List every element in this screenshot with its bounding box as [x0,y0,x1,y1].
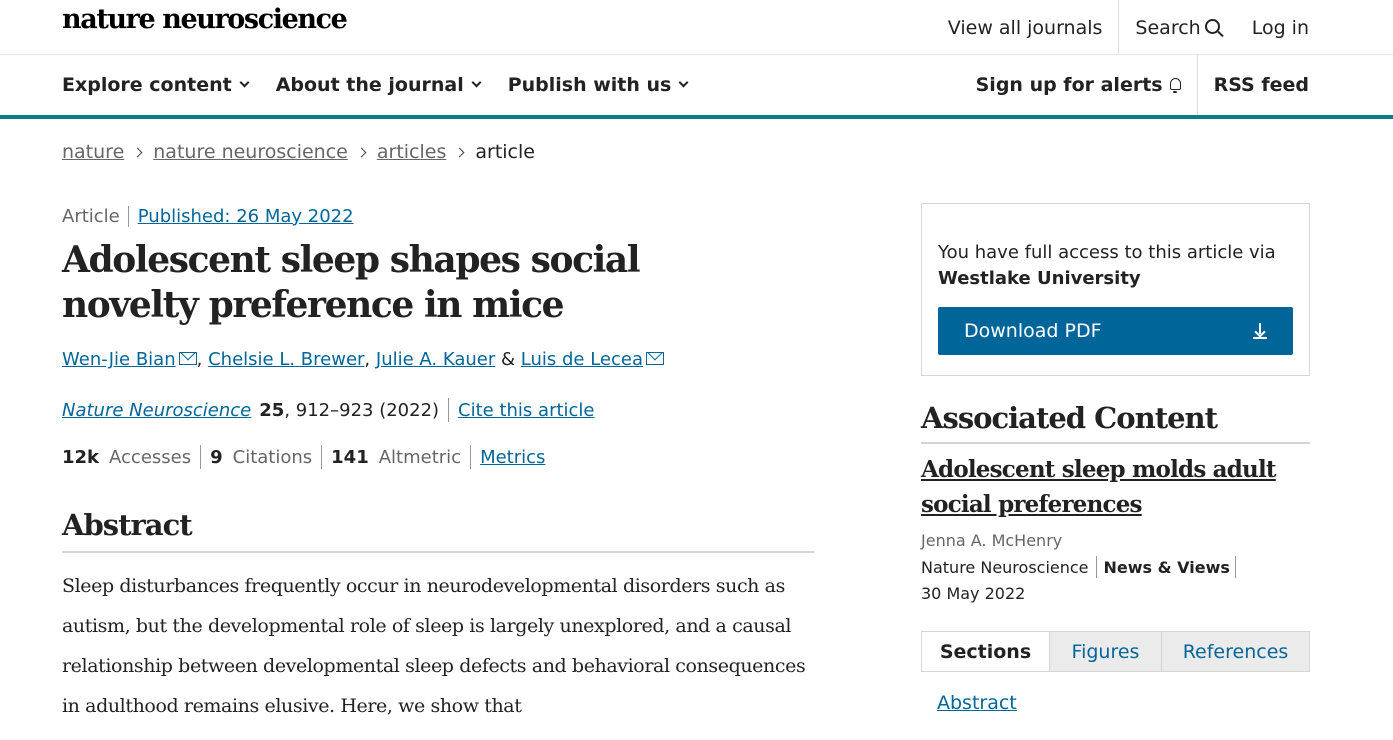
divider [200,445,202,469]
journal-logo[interactable]: nature neuroscience [62,4,348,35]
accesses-count: 12k [62,446,100,468]
view-all-journals-link[interactable]: View all journals [932,0,1120,55]
download-icon [1253,323,1267,339]
citations-label: Citations [232,446,313,468]
access-info: You have full access to this article via… [938,240,1293,292]
about-journal-label: About the journal [275,74,464,96]
citation-line: Nature Neuroscience 25 , 912–923 (2022) … [62,397,814,423]
abstract-heading: Abstract [62,508,814,553]
breadcrumb: nature nature neuroscience articles arti… [62,141,535,163]
search-icon [1204,19,1220,34]
toc-item-abstract[interactable]: Abstract [937,692,1017,714]
about-journal-menu[interactable]: About the journal [275,74,482,96]
main-nav: Explore content About the journal Publis… [0,55,1393,115]
explore-content-label: Explore content [62,74,232,96]
author-link[interactable]: Chelsie L. Brewer [208,349,364,370]
tab-references[interactable]: References [1161,632,1309,671]
published-date-link[interactable]: Published: 26 May 2022 [138,206,354,227]
email-icon[interactable] [646,352,664,365]
access-box: You have full access to this article via… [921,203,1310,376]
access-text: You have full access to this article via [938,242,1276,263]
associated-article-title: Adolescent sleep molds adult social pref… [921,452,1310,522]
chevron-right-icon [454,147,465,157]
article-main: Article Published: 26 May 2022 Adolescen… [62,202,814,726]
publish-menu[interactable]: Publish with us [507,74,689,96]
download-pdf-label: Download PDF [964,320,1102,342]
breadcrumb-current: article [475,141,535,163]
associated-author: Jenna A. McHenry [921,531,1063,550]
divider [470,445,472,469]
chevron-down-icon [471,77,482,87]
breadcrumb-nature[interactable]: nature [62,141,124,163]
sidebar: You have full access to this article via… [921,203,1310,714]
top-links: View all journals Search Log in [932,0,1309,55]
alerts-label: Sign up for alerts [975,74,1163,96]
citations-count: 9 [210,446,223,468]
altmetric-label: Altmetric [378,446,462,468]
article-type: Article [62,205,129,227]
explore-content-menu[interactable]: Explore content [62,74,250,96]
pages-year: , 912–923 (2022) [284,399,440,421]
tab-figures[interactable]: Figures [1049,632,1161,671]
abstract-text: Sleep disturbances frequently occur in n… [62,575,806,717]
sidebar-tabs: Sections Figures References [921,631,1310,672]
tab-sections[interactable]: Sections [922,632,1049,671]
download-pdf-button[interactable]: Download PDF [938,307,1293,355]
divider [321,445,323,469]
chevron-right-icon [356,147,367,157]
divider [1095,556,1097,578]
accesses-label: Accesses [109,446,192,468]
chevron-down-icon [239,77,250,87]
breadcrumb-articles[interactable]: articles [377,141,447,163]
nav-actions: Sign up for alerts RSS feed [960,55,1309,115]
associated-article-link[interactable]: Adolescent sleep molds adult social pref… [921,456,1277,518]
associated-type: News & Views [1103,557,1230,577]
nav-divider [0,115,1393,119]
bell-icon [1169,78,1181,93]
associated-date: 30 May 2022 [921,584,1026,603]
cite-article-link[interactable]: Cite this article [458,400,594,421]
chevron-right-icon [132,147,143,157]
journal-name-link[interactable]: Nature Neuroscience [62,400,251,421]
metrics-link[interactable]: Metrics [480,447,545,468]
altmetric-score: 141 [331,446,369,468]
search-label: Search [1135,16,1201,39]
chevron-down-icon [678,77,689,87]
author-link[interactable]: Wen-Jie Bian [62,349,176,370]
author-link[interactable]: Luis de Lecea [521,349,643,370]
alerts-signup-link[interactable]: Sign up for alerts [960,55,1198,115]
article-meta: Article Published: 26 May 2022 [62,202,814,230]
associated-source: Nature Neuroscience News & Views [921,556,1310,578]
top-bar: nature neuroscience View all journals Se… [0,0,1393,55]
associated-journal: Nature Neuroscience [921,557,1089,577]
divider [1234,556,1236,578]
author-list: Wen-Jie Bian, Chelsie L. Brewer, Julie A… [62,349,814,370]
article-title: Adolescent sleep shapes social novelty p… [62,239,641,326]
publish-label: Publish with us [507,74,672,96]
breadcrumb-nature-neuroscience[interactable]: nature neuroscience [153,141,348,163]
email-icon[interactable] [178,352,197,365]
login-link[interactable]: Log in [1236,0,1309,55]
rss-feed-link[interactable]: RSS feed [1198,55,1309,115]
author-link[interactable]: Julie A. Kauer [376,349,495,370]
volume-number: 25 [259,399,285,421]
divider [448,398,450,422]
nav-menus: Explore content About the journal Publis… [62,55,715,115]
toc-list: Abstract [937,692,1310,714]
search-button[interactable]: Search [1119,0,1235,55]
associated-content-heading: Associated Content [921,401,1310,444]
article-metrics: 12k Accesses 9 Citations 141 Altmetric M… [62,444,814,470]
institution-name: Westlake University [938,268,1141,289]
